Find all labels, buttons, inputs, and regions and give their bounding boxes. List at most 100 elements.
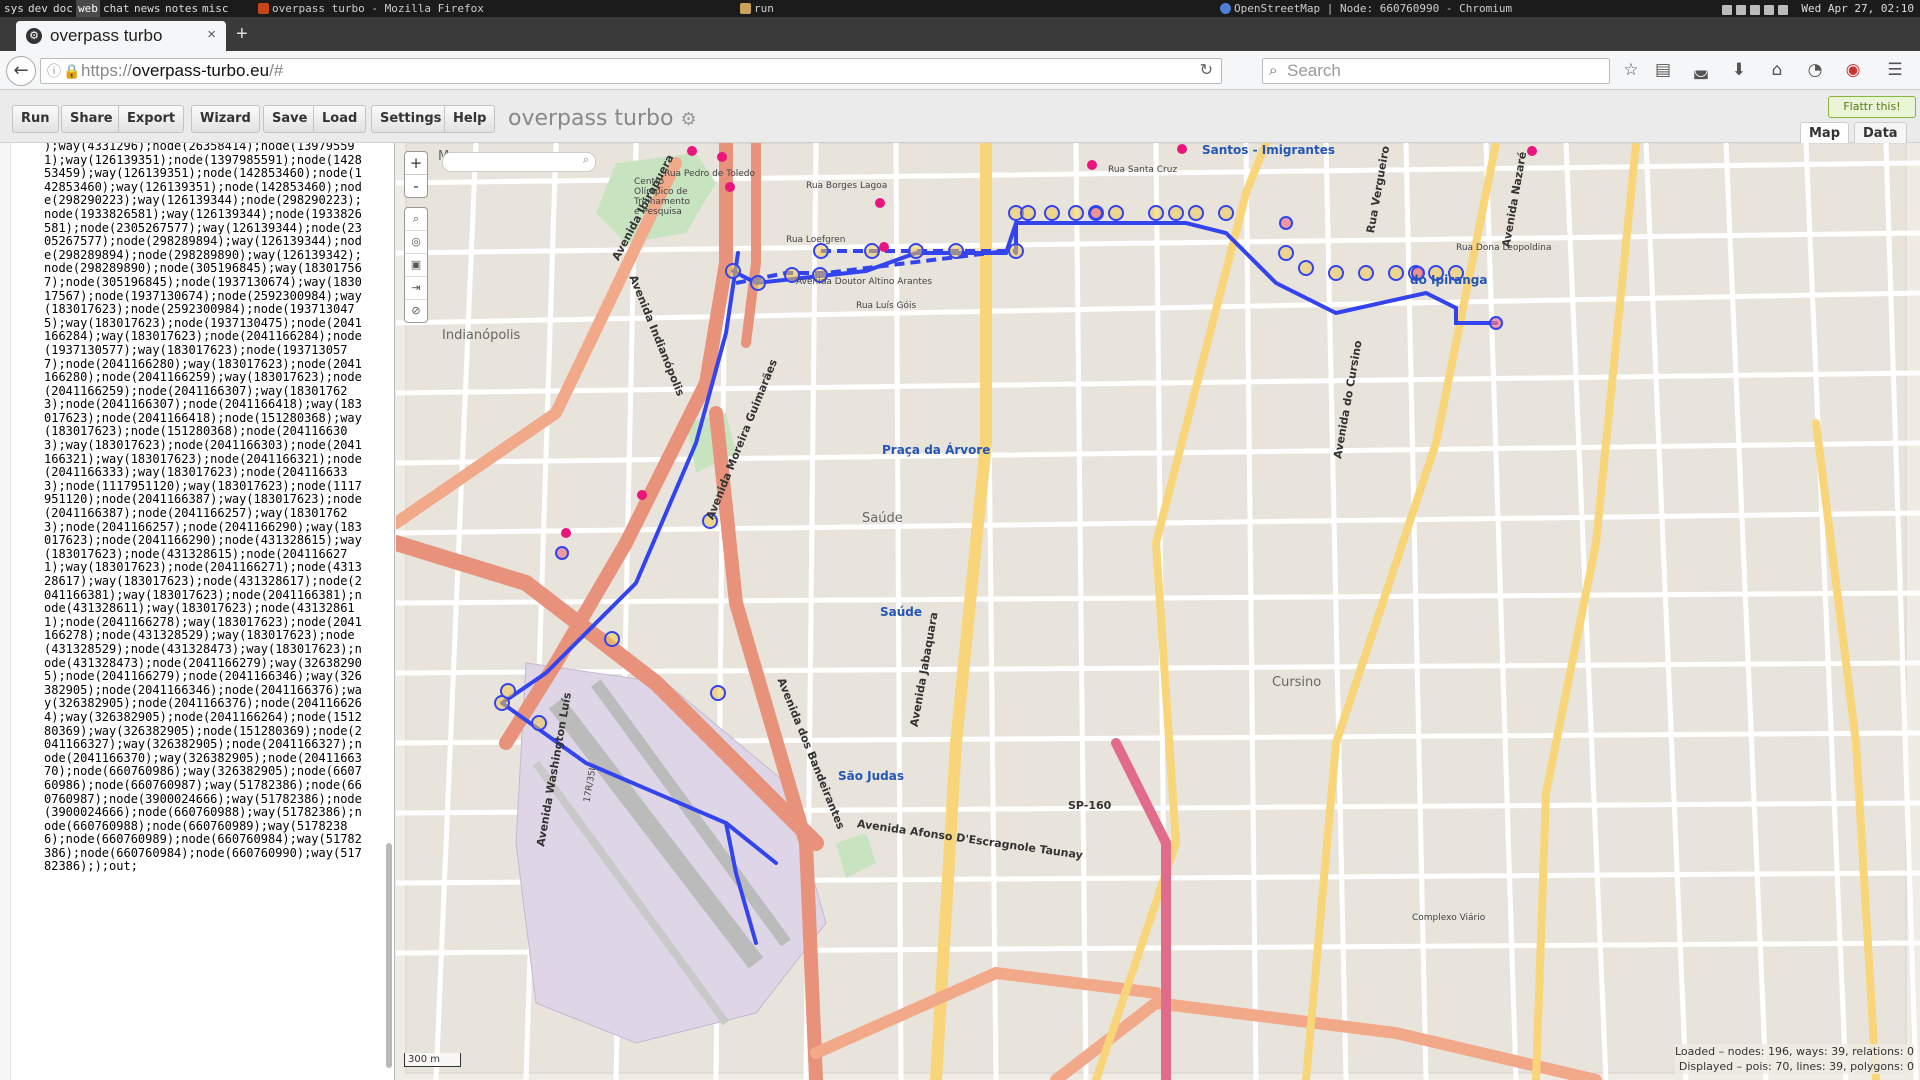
label-complexo: Complexo Viário (1412, 913, 1486, 923)
workspace-web[interactable]: web (76, 0, 100, 17)
workspace-chat[interactable]: chat (101, 0, 132, 17)
battery-icon[interactable] (1764, 5, 1774, 15)
chat-icon[interactable]: ◔ (1804, 59, 1826, 81)
label-saude-station: Saúde (880, 605, 923, 619)
url-path: /# (269, 61, 284, 80)
taskbar-window-title: OpenStreetMap | Node: 660760990 - Chromi… (1234, 2, 1513, 15)
status-loaded: Loaded – nodes: 196, ways: 39, relations… (1674, 1045, 1914, 1058)
taskbar-window-title: overpass turbo - Mozilla Firefox (272, 2, 484, 15)
zoom-out-button[interactable]: - (405, 175, 427, 197)
wizard-button[interactable]: Wizard (191, 105, 260, 133)
label-centro-olimpico: Centro Olímpico de Treinamento e Pesquis… (634, 177, 690, 217)
chromium-icon (1220, 3, 1231, 14)
workspace-sys[interactable]: sys (2, 0, 26, 17)
label-indianopolis: Indianópolis (442, 328, 521, 343)
clock: Wed Apr 27, 02:10 (1801, 2, 1914, 15)
info-icon[interactable]: ⓘ (47, 59, 61, 83)
map-canvas[interactable] (396, 143, 1920, 1080)
scale-bar: 300 m (404, 1053, 461, 1067)
label-rua-santa-cruz: Rua Santa Cruz (1108, 165, 1178, 175)
editor-scrollbar[interactable] (386, 843, 392, 1068)
query-code[interactable]: );way(4331296);node(26358414);node(13979… (44, 143, 368, 874)
bookmark-list-icon[interactable]: ▤ (1652, 59, 1674, 81)
pocket-icon[interactable]: ◛ (1690, 59, 1712, 81)
label-saude: Saúde (862, 511, 903, 526)
map-search-input[interactable]: ⌕ (442, 152, 596, 172)
navigation-bar: ← ⓘ 🔒 https://overpass-turbo.eu/# ↻ ⌕ Se… (0, 51, 1920, 90)
star-icon[interactable]: ☆ (1620, 59, 1642, 81)
taskbar-window-run[interactable]: run (740, 0, 774, 17)
label-cursino: Cursino (1272, 675, 1322, 690)
taskbar-window-firefox[interactable]: overpass turbo - Mozilla Firefox (258, 0, 484, 17)
network-icon[interactable] (1736, 5, 1746, 15)
system-tray (1718, 3, 1788, 15)
map-status: Loaded – nodes: 196, ways: 39, relations… (1674, 1044, 1914, 1074)
tab-data[interactable]: Data (1854, 122, 1907, 145)
editor-gutter (0, 143, 11, 1080)
reload-icon[interactable]: ↻ (1200, 59, 1213, 83)
clear-icon[interactable]: ⊘ (405, 300, 427, 322)
workspace-doc[interactable]: doc (51, 0, 75, 17)
label-rua-loefgren: Rua Loefgren (786, 235, 846, 245)
close-tab-icon[interactable]: × (207, 26, 216, 43)
download-icon[interactable]: ⬇ (1728, 59, 1750, 81)
search-icon: ⌕ (582, 153, 589, 166)
tab-map[interactable]: Map (1800, 122, 1850, 145)
label-do-ipiranga: do Ipiranga (1410, 273, 1488, 287)
map-view[interactable]: Moema Indianópolis Saúde Cursino Santos … (396, 143, 1920, 1080)
flattr-button[interactable]: Flattr this! (1828, 96, 1916, 118)
back-button[interactable]: ← (6, 56, 36, 86)
url-bar[interactable]: ⓘ 🔒 https://overpass-turbo.eu/# ↻ (40, 58, 1222, 84)
search-placeholder: Search (1287, 61, 1341, 80)
label-av-doutor-altino: Avenida Doutor Altino Arantes (796, 277, 933, 287)
app-title-text: overpass turbo (508, 106, 674, 131)
home-icon[interactable]: ⌂ (1766, 59, 1788, 81)
share-button[interactable]: Share (61, 105, 122, 133)
workspace-misc[interactable]: misc (200, 0, 231, 17)
search-icon: ⌕ (1269, 62, 1278, 79)
app-title: overpass turbo ⚙ (508, 106, 697, 131)
taskbar-window-title: run (754, 2, 774, 15)
load-button[interactable]: Load (313, 105, 367, 133)
label-rua-borges-lagoa: Rua Borges Lagoa (806, 181, 888, 191)
taskbar-window-chromium[interactable]: OpenStreetMap | Node: 660760990 - Chromi… (1220, 0, 1512, 17)
help-button[interactable]: Help (444, 105, 496, 133)
notification-icon[interactable] (1778, 5, 1788, 15)
search-icon[interactable]: ⌕ (405, 208, 427, 231)
desktop-taskbar: sys dev doc web chat news notes misc ove… (0, 0, 1920, 17)
firefox-icon (258, 3, 269, 14)
locate-icon[interactable]: ◎ (405, 231, 427, 254)
volume-icon[interactable] (1750, 5, 1760, 15)
data-icon[interactable]: ▣ (405, 254, 427, 277)
search-input[interactable]: ⌕ Search (1262, 58, 1610, 84)
fit-icon[interactable]: ⇥ (405, 277, 427, 300)
folder-icon (740, 3, 751, 14)
map-tools: ⌕ ◎ ▣ ⇥ ⊘ (404, 207, 428, 323)
label-praca-da-arvore: Praça da Árvore (882, 443, 991, 457)
save-button[interactable]: Save (263, 105, 317, 133)
url-host: overpass-turbo.eu (132, 61, 270, 80)
keyboard-icon[interactable] (1722, 5, 1732, 15)
export-button[interactable]: Export (118, 105, 185, 133)
overpass-toolbar: Run Share Export Wizard Save Load Settin… (0, 90, 1920, 145)
menu-icon[interactable]: ☰ (1884, 59, 1906, 81)
url-text[interactable]: https://overpass-turbo.eu/# (81, 59, 283, 83)
workspace-dev[interactable]: dev (26, 0, 50, 17)
run-button[interactable]: Run (12, 105, 59, 133)
status-displayed: Displayed – pois: 70, lines: 39, polygon… (1678, 1060, 1914, 1073)
zoom-in-button[interactable]: + (405, 152, 427, 175)
workspace-news[interactable]: news (132, 0, 163, 17)
tab-strip (0, 17, 1920, 51)
url-scheme: https:// (81, 61, 133, 80)
addon-icon[interactable]: ◉ (1842, 59, 1864, 81)
tab-title: overpass turbo (50, 26, 163, 45)
browser-tab[interactable]: ⚙ overpass turbo × (16, 21, 226, 51)
new-tab-button[interactable]: + (236, 23, 248, 46)
query-editor[interactable]: );way(4331296);node(26358414);node(13979… (0, 143, 395, 1080)
workspace-notes[interactable]: notes (163, 0, 200, 17)
zoom-control: + - (404, 151, 428, 198)
back-arrow-icon: ← (13, 60, 29, 81)
settings-button[interactable]: Settings (371, 105, 451, 133)
lock-icon: 🔒 (63, 63, 81, 79)
overpass-favicon-icon: ⚙ (26, 28, 42, 44)
